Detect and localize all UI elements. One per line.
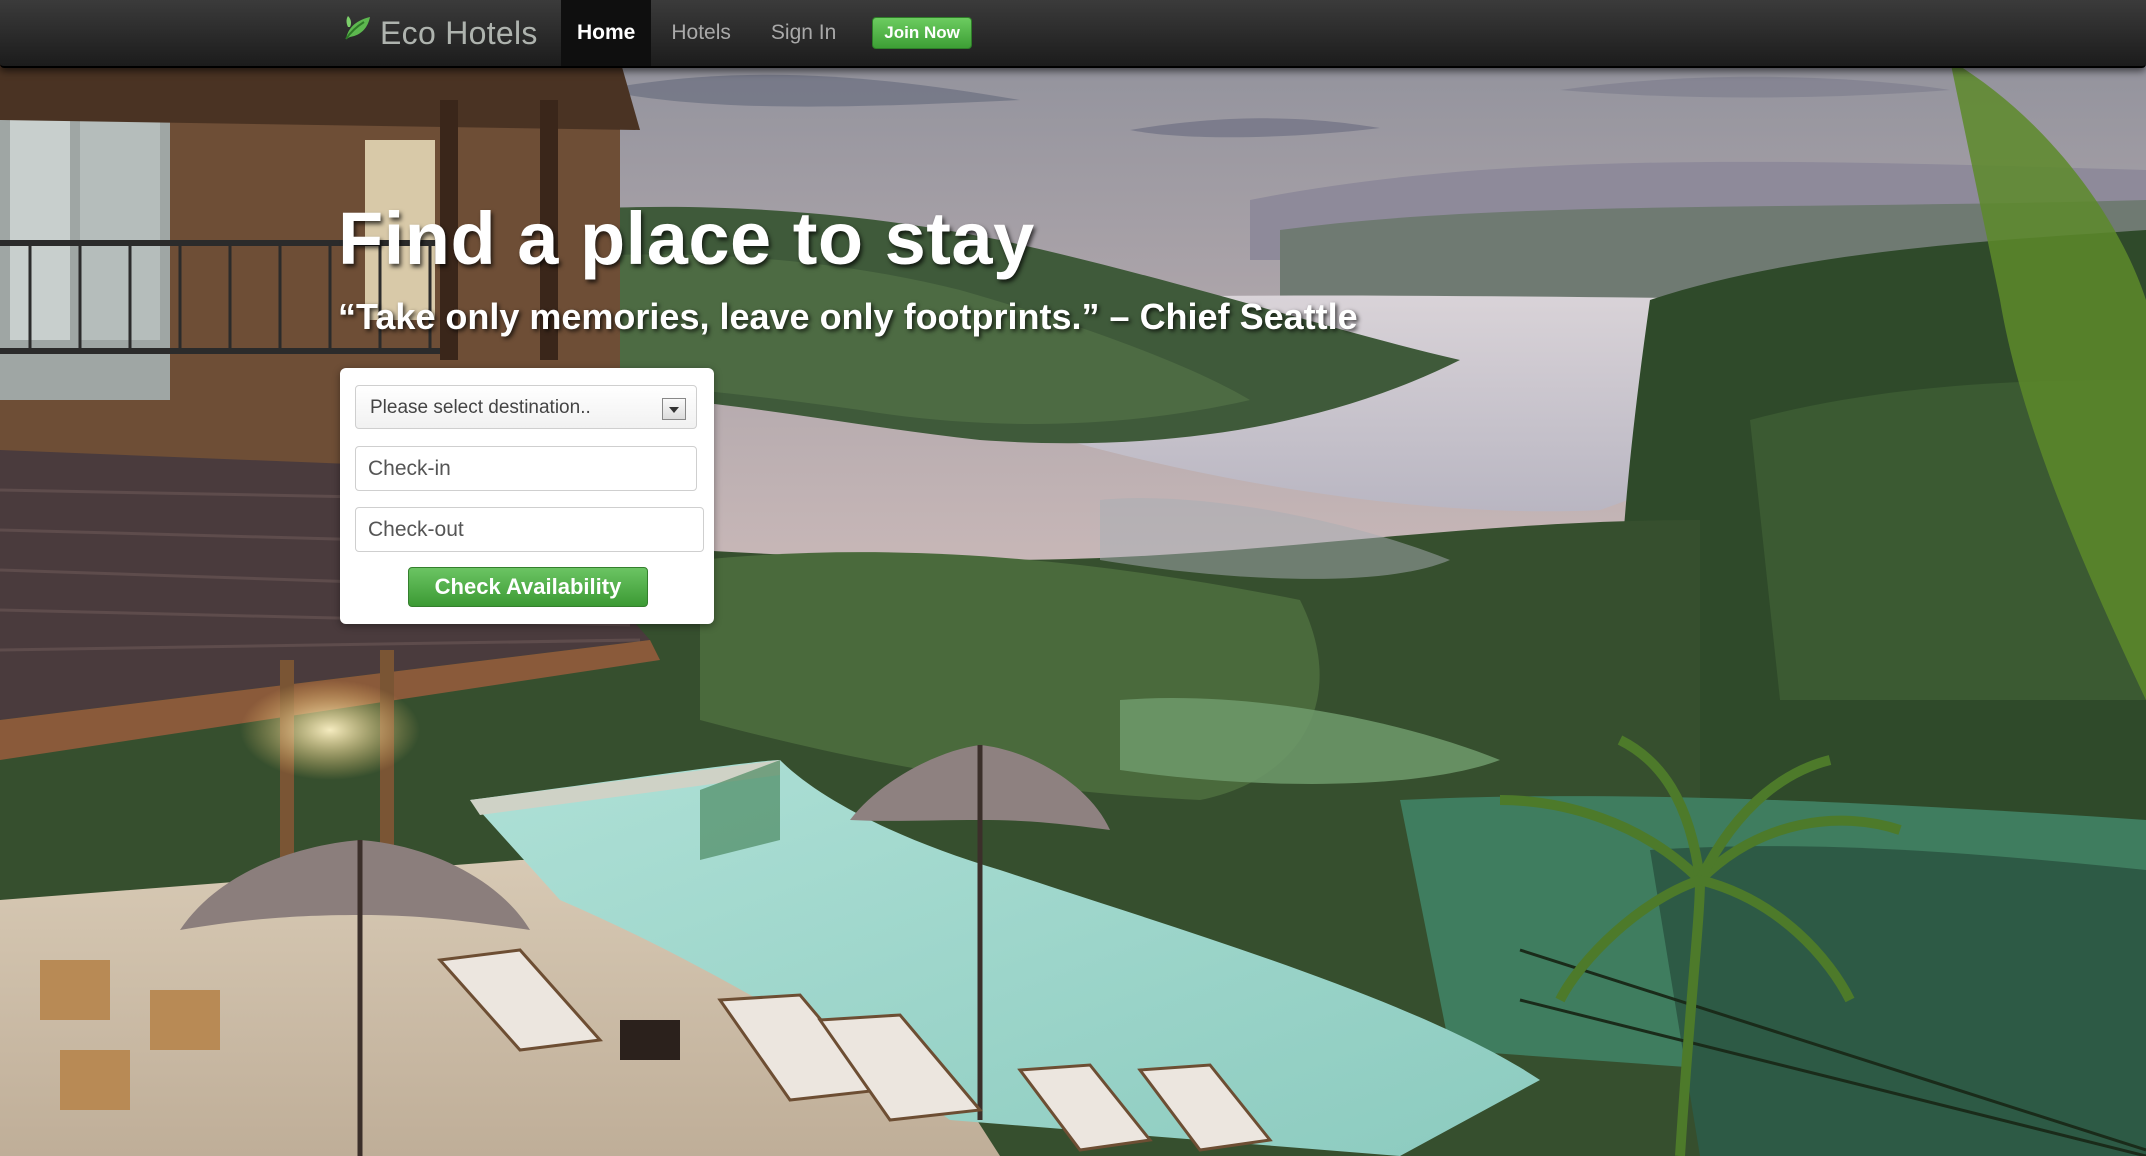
navbar: Eco Hotels Home Hotels Sign In Join Now	[0, 0, 2146, 68]
dropdown-arrow-icon[interactable]	[662, 398, 686, 420]
hero-quote: “Take only memories, leave only footprin…	[338, 296, 1358, 337]
destination-select[interactable]: Please select destination..	[355, 385, 697, 429]
brand-logo[interactable]: Eco Hotels	[342, 10, 538, 56]
search-form: Please select destination.. Check Availa…	[340, 368, 714, 624]
checkout-field-wrapper	[355, 507, 704, 552]
main-nav: Home Hotels Sign In Join Now	[561, 0, 972, 66]
join-now-button[interactable]: Join Now	[872, 17, 972, 49]
checkin-input[interactable]	[356, 447, 696, 490]
leaf-icon	[345, 16, 370, 40]
brand-name: Eco Hotels	[380, 14, 538, 51]
hero-title: Find a place to stay	[338, 197, 1035, 280]
nav-hotels-link[interactable]: Hotels	[651, 0, 751, 66]
resort-landscape-image	[0, 0, 2146, 1156]
checkin-field-wrapper	[355, 446, 697, 491]
check-availability-button[interactable]: Check Availability	[408, 567, 648, 607]
checkout-input[interactable]	[356, 508, 703, 551]
hero-background	[0, 0, 2146, 1156]
destination-select-value: Please select destination..	[370, 397, 591, 418]
nav-home-link[interactable]: Home	[561, 0, 652, 66]
nav-signin-link[interactable]: Sign In	[751, 0, 856, 66]
